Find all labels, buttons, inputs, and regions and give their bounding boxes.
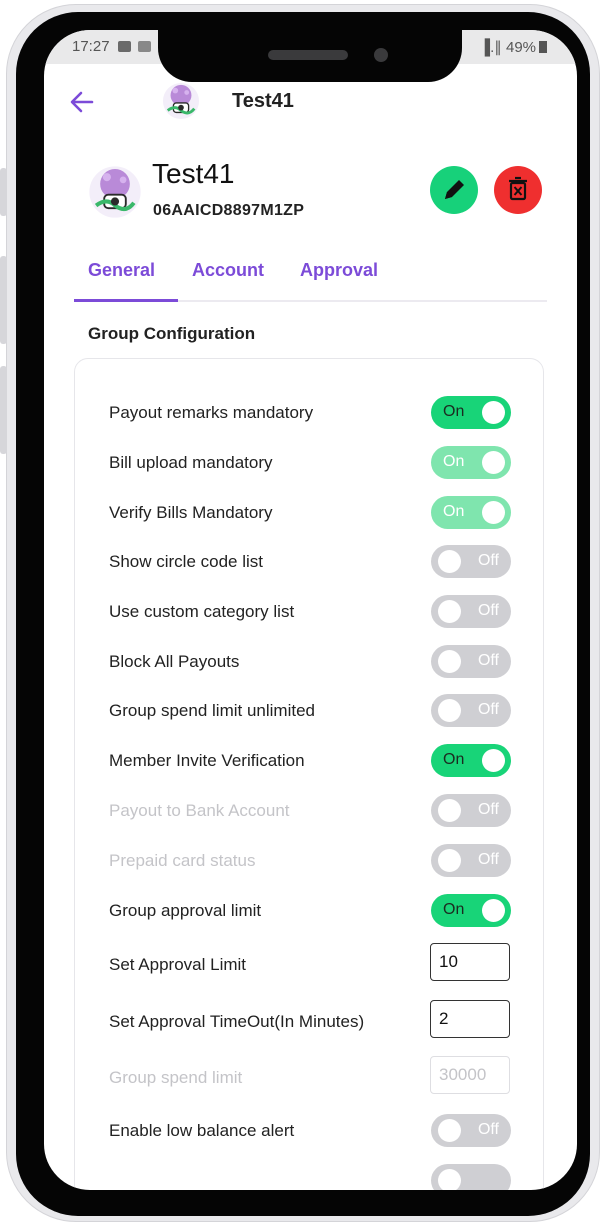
setting-label-payout-bank: Payout to Bank Account: [109, 801, 290, 820]
toggle-knob: [482, 749, 505, 772]
toggle-prepaid-card[interactable]: Off: [431, 844, 511, 877]
toggle-knob: [438, 849, 461, 872]
setting-label-custom-category: Use custom category list: [109, 602, 295, 621]
setting-label-prepaid-card: Prepaid card status: [109, 851, 256, 870]
toggle-state: On: [443, 901, 465, 918]
group-spend-limit-input[interactable]: [430, 1056, 510, 1094]
back-arrow-icon[interactable]: [68, 88, 96, 116]
status-signal: ▐.∥ 49%: [480, 38, 547, 56]
tab-bar: General Account Approval: [74, 250, 547, 302]
toggle-knob: [438, 799, 461, 822]
notification-icon: [138, 41, 151, 52]
toggle-state: On: [443, 403, 465, 420]
phone-volume-down: [0, 366, 7, 454]
speaker-grille: [268, 50, 348, 60]
toggle-state: Off: [477, 552, 499, 569]
setting-label-approval-limit: Group approval limit: [109, 901, 262, 920]
toggle-custom-category[interactable]: Off: [431, 595, 511, 628]
delete-button[interactable]: [494, 166, 542, 214]
toggle-block-payouts[interactable]: Off: [431, 645, 511, 678]
toggle-knob: [482, 501, 505, 524]
battery-percent: ▐.∥ 49%: [479, 39, 536, 56]
phone-volume-up: [0, 256, 7, 344]
pencil-icon: [445, 180, 464, 199]
notification-icon: [118, 41, 131, 52]
toggle-approval-limit[interactable]: On: [431, 894, 511, 927]
profile-name: Test41: [152, 158, 235, 189]
toggle-knob: [438, 650, 461, 673]
toggle-knob: [482, 401, 505, 424]
setting-label-verify-bills: Verify Bills Mandatory: [109, 503, 273, 522]
phone-notch: [158, 18, 462, 82]
toggle-invite-verification[interactable]: On: [431, 744, 511, 777]
toggle-knob: [482, 451, 505, 474]
edit-button[interactable]: [430, 166, 478, 214]
setting-label-block-payouts: Block All Payouts: [109, 652, 240, 671]
camera-icon: [374, 48, 388, 62]
app-screen: 17:27 ▐.∥ 49% Test41 Test41 06AAICD8897M…: [44, 30, 577, 1190]
setting-label-bill-upload: Bill upload mandatory: [109, 453, 273, 472]
toggle-low-balance-alert[interactable]: Off: [431, 1114, 511, 1147]
approval-timeout-input[interactable]: [430, 1000, 510, 1038]
tab-approval[interactable]: Approval: [300, 260, 378, 281]
status-time: 17:27: [72, 38, 110, 55]
toggle-knob: [438, 699, 461, 722]
setting-label-approval-timeout: Set Approval TimeOut(In Minutes): [109, 1012, 365, 1031]
toggle-payout-remarks[interactable]: On: [431, 396, 511, 429]
active-tab-indicator: [74, 299, 178, 302]
toggle-state: Off: [477, 1121, 499, 1138]
toggle-state: Off: [477, 801, 499, 818]
setting-label-circle-code: Show circle code list: [109, 552, 264, 571]
avatar: [162, 82, 200, 120]
setting-label-invite-verification: Member Invite Verification: [109, 751, 305, 770]
toggle-verify-bills[interactable]: On: [431, 496, 511, 529]
approval-limit-input[interactable]: [430, 943, 510, 981]
profile-avatar: [89, 166, 141, 218]
toggle-state: Off: [477, 602, 499, 619]
toggle-spend-unlimited[interactable]: Off: [431, 694, 511, 727]
profile-gst-number: 06AAICD8897M1ZP: [153, 202, 305, 219]
setting-label-set-approval-limit: Set Approval Limit: [109, 955, 247, 974]
header-title: Test41: [232, 90, 294, 112]
toggle-knob: [438, 1119, 461, 1142]
toggle-knob: [438, 550, 461, 573]
tab-general[interactable]: General: [88, 260, 155, 281]
toggle-knob: [438, 1169, 461, 1190]
setting-label-group-spend-limit: Group spend limit: [109, 1068, 243, 1087]
toggle-state: Off: [477, 701, 499, 718]
toggle-partial[interactable]: [431, 1164, 511, 1190]
setting-label-low-balance-alert: Enable low balance alert: [109, 1121, 295, 1140]
setting-label-payout-remarks: Payout remarks mandatory: [109, 403, 314, 422]
trash-icon: [509, 176, 527, 201]
toggle-knob: [438, 600, 461, 623]
toggle-bill-upload[interactable]: On: [431, 446, 511, 479]
toggle-knob: [482, 899, 505, 922]
toggle-state: Off: [477, 851, 499, 868]
toggle-state: On: [443, 503, 465, 520]
tab-account[interactable]: Account: [192, 260, 264, 281]
setting-label-spend-unlimited: Group spend limit unlimited: [109, 701, 315, 720]
battery-icon: [539, 41, 547, 53]
section-title: Group Configuration: [88, 324, 256, 343]
toggle-state: On: [443, 453, 465, 470]
phone-side-button: [0, 168, 7, 216]
toggle-state: Off: [477, 652, 499, 669]
toggle-payout-bank[interactable]: Off: [431, 794, 511, 827]
toggle-circle-code[interactable]: Off: [431, 545, 511, 578]
toggle-state: On: [443, 751, 465, 768]
